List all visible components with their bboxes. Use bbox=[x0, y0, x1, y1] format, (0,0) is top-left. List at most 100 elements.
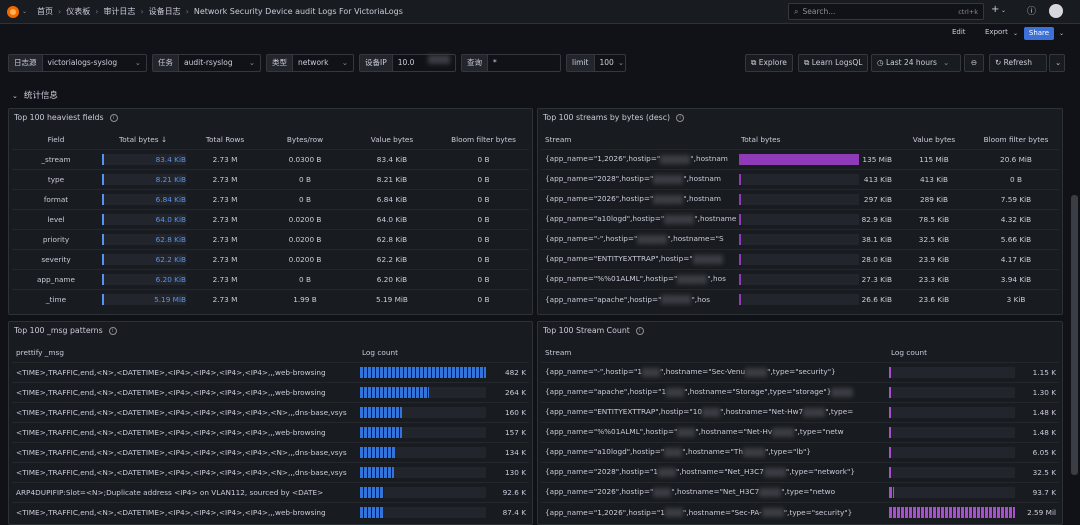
grafana-logo-icon[interactable] bbox=[6, 5, 20, 19]
type-filter[interactable]: 类型 network ⌄ bbox=[266, 54, 354, 72]
row-header-stats[interactable]: ⌄ 统计信息 bbox=[12, 89, 58, 101]
edit-button[interactable]: Edit bbox=[952, 28, 966, 40]
table-row[interactable]: _time 5.19 MiB 2.73 M 1.99 B 5.19 MiB 0 B bbox=[12, 288, 529, 309]
column-header[interactable]: Total Rows bbox=[186, 131, 264, 149]
info-icon[interactable]: i bbox=[108, 327, 117, 335]
table-row[interactable]: <TIME>,TRAFFIC,end,<N>,<DATETIME>,<IP4>,… bbox=[12, 381, 529, 402]
zoom-out-button[interactable]: ⊖ bbox=[964, 54, 984, 72]
refresh-interval-dropdown[interactable]: ⌄ bbox=[1049, 54, 1065, 72]
table-row[interactable]: {app_name="ENTITYEXTTRAP",hostip="10 ",ho… bbox=[541, 401, 1059, 422]
explore-button[interactable]: ⧉ Explore bbox=[745, 54, 793, 72]
search-input[interactable]: ⌕ Search... ctrl+k bbox=[788, 3, 984, 20]
table-row[interactable]: _stream 83.4 KiB 2.73 M 0.0300 B 83.4 KiB 0 B bbox=[12, 148, 529, 169]
column-header[interactable]: Total bytes ↓ bbox=[100, 131, 186, 149]
table-row[interactable]: {app_name="1,2026",hostip="1 ",hostname="… bbox=[541, 501, 1059, 522]
info-icon[interactable]: i bbox=[635, 327, 644, 335]
stream-cell: {app_name="2028",hostip="1 ",hostname="Ne… bbox=[541, 461, 887, 482]
limit-filter-value: 100 bbox=[599, 58, 614, 67]
column-header[interactable]: Total bytes bbox=[737, 131, 895, 149]
bytes-per-row-cell: 0.0200 B bbox=[264, 228, 346, 249]
time-range-picker[interactable]: ◷ Last 24 hours ⌄ bbox=[871, 54, 961, 72]
table-row[interactable]: {app_name="apache",hostip=" ",hos 26.6 KiB… bbox=[541, 288, 1059, 309]
table-row[interactable]: priority 62.8 KiB 2.73 M 0.0200 B 62.8 KiB 0 … bbox=[12, 228, 529, 249]
column-header[interactable]: Value bytes bbox=[346, 131, 438, 149]
total-bytes-value: 5.19 MiB bbox=[154, 294, 186, 304]
datasource-filter[interactable]: 日志源 victorialogs-syslog ⌄ bbox=[8, 54, 147, 72]
info-icon[interactable]: i bbox=[676, 114, 685, 122]
table-row[interactable]: <TIME>,TRAFFIC,end,<N>,<DATETIME>,<IP4>,… bbox=[12, 361, 529, 382]
table-row[interactable]: <TIME>,TRAFFIC,end,<N>,<DATETIME>,<IP4>,… bbox=[12, 461, 529, 482]
column-header[interactable]: Bytes/row bbox=[264, 131, 346, 149]
stream-cell: {app_name="2026",hostip=" ",hostname="Net… bbox=[541, 481, 887, 502]
learn-logsql-button[interactable]: ⧉ Learn LogsQL bbox=[798, 54, 869, 72]
table-row[interactable]: <TIME>,TRAFFIC,end,<N>,<DATETIME>,<IP4>,… bbox=[12, 421, 529, 442]
info-icon[interactable]: i bbox=[109, 114, 118, 122]
column-header[interactable]: Stream bbox=[541, 131, 737, 149]
redacted-value bbox=[702, 407, 721, 417]
page-scrollbar[interactable] bbox=[1071, 195, 1078, 475]
column-header[interactable]: Value bytes bbox=[895, 131, 973, 149]
chevron-down-icon[interactable]: ⌄ bbox=[22, 8, 27, 15]
table-row[interactable]: level 64.0 KiB 2.73 M 0.0200 B 64.0 KiB 0 B bbox=[12, 208, 529, 229]
share-button[interactable]: Share bbox=[1024, 27, 1054, 40]
table-row[interactable]: {app_name="apache",hostip="1 ",hostname="… bbox=[541, 381, 1059, 402]
total-rows-cell: 2.73 M bbox=[186, 168, 264, 189]
table-row[interactable]: {app_name="-",hostip="1 ",hostname="Sec-V… bbox=[541, 361, 1059, 382]
limit-filter[interactable]: limit 100 ⌄ bbox=[566, 54, 626, 72]
query-filter[interactable]: 查询 * bbox=[461, 54, 561, 72]
column-header[interactable]: Stream bbox=[541, 344, 887, 362]
column-header[interactable]: prettify _msg bbox=[12, 344, 358, 362]
chevron-down-icon[interactable]: ⌄ bbox=[1001, 7, 1006, 14]
table-row[interactable]: {app_name="ENTITYEXTTRAP",hostip=" 28.0 K… bbox=[541, 248, 1059, 269]
table-row[interactable]: severity 62.2 KiB 2.73 M 0.0200 B 62.2 KiB 0 … bbox=[12, 248, 529, 269]
log-count-value: 1.30 K bbox=[1032, 387, 1056, 397]
table-row[interactable]: {app_name="a10logd",hostip=" ",hostname="… bbox=[541, 441, 1059, 462]
breadcrumb-home[interactable]: 首页 bbox=[37, 6, 53, 17]
refresh-button[interactable]: ↻ Refresh bbox=[989, 54, 1047, 72]
learn-logsql-label: Learn LogsQL bbox=[811, 58, 863, 67]
avatar[interactable] bbox=[1049, 4, 1063, 18]
table-row[interactable]: {app_name="-",hostip=" ",hostname="S 38.1 … bbox=[541, 228, 1059, 249]
column-header[interactable]: Bloom filter bytes bbox=[438, 131, 529, 149]
job-filter[interactable]: 任务 audit-rsyslog ⌄ bbox=[152, 54, 261, 72]
stream-cell: {app_name="apache",hostip=" ",hos bbox=[541, 288, 737, 309]
table-row[interactable]: <TIME>,TRAFFIC,end,<N>,<DATETIME>,<IP4>,… bbox=[12, 441, 529, 462]
table-row[interactable]: {app_name="2028",hostip=" ",hostnam 413 Ki… bbox=[541, 168, 1059, 189]
table-row[interactable]: format 6.84 KiB 2.73 M0 B 6.84 KiB 0 B bbox=[12, 188, 529, 209]
column-header[interactable]: Bloom filter bytes bbox=[973, 131, 1059, 149]
breadcrumb-device-logs[interactable]: 设备日志 bbox=[149, 6, 181, 17]
column-header[interactable]: Field bbox=[12, 131, 100, 149]
table-row[interactable]: {app_name="a10logd",hostip=" ",hostname="… bbox=[541, 208, 1059, 229]
stream-text: {app_name="2026",hostip=" bbox=[545, 487, 654, 497]
streams-by-bytes-table: Stream Total bytes Value bytes Bloom fil… bbox=[541, 131, 1059, 309]
breadcrumb-audit-logs[interactable]: 审计日志 bbox=[103, 6, 135, 17]
plus-icon[interactable]: + bbox=[991, 4, 999, 15]
table-row[interactable]: app_name 6.20 KiB 2.73 M0 B 6.20 KiB 0 B bbox=[12, 268, 529, 289]
help-icon[interactable]: ⓘ bbox=[1027, 4, 1036, 17]
gauge-bar bbox=[739, 293, 859, 305]
bytes-per-row-cell: 1.99 B bbox=[264, 288, 346, 309]
column-header[interactable]: Log count bbox=[358, 344, 529, 362]
table-row[interactable]: ARP4DUPIFIP:Slot=<N>;Duplicate address <… bbox=[12, 481, 529, 502]
table-row[interactable]: {app_name="2026",hostip=" ",hostname="Net… bbox=[541, 481, 1059, 502]
table-row[interactable]: type 8.21 KiB 2.73 M0 B 8.21 KiB 0 B bbox=[12, 168, 529, 189]
table-row[interactable]: {app_name="%%01ALML",hostip=" ",hos 27.3 K… bbox=[541, 268, 1059, 289]
total-bytes-cell: 26.6 KiB bbox=[737, 288, 895, 309]
log-count-cell: 157 K bbox=[358, 421, 529, 442]
table-row[interactable]: <TIME>,TRAFFIC,end,<N>,<DATETIME>,<IP4>,… bbox=[12, 401, 529, 422]
table-row[interactable]: {app_name="1,2026",hostip=" ",hostnam 135 … bbox=[541, 148, 1059, 169]
value-bytes-cell: 32.5 KiB bbox=[895, 228, 973, 249]
table-row[interactable]: {app_name="2028",hostip="1 ",hostname="Ne… bbox=[541, 461, 1059, 482]
table-row[interactable]: {app_name="2026",hostip=" ",hostnam 297 Ki… bbox=[541, 188, 1059, 209]
gauge-bar bbox=[360, 406, 486, 418]
column-header[interactable]: Log count bbox=[887, 344, 1059, 362]
device-ip-filter[interactable]: 设备IP 10.0 bbox=[359, 54, 456, 72]
table-row[interactable]: {app_name="%%01ALML",hostip=" ",hostname=… bbox=[541, 421, 1059, 442]
chevron-down-icon[interactable]: ⌄ bbox=[1059, 30, 1064, 42]
breadcrumb-dashboards[interactable]: 仪表板 bbox=[66, 6, 90, 17]
log-count-value: 160 K bbox=[504, 407, 526, 417]
export-button[interactable]: Export bbox=[985, 28, 1008, 40]
chevron-down-icon[interactable]: ⌄ bbox=[1013, 30, 1018, 42]
total-bytes-cell: 62.8 KiB bbox=[100, 228, 186, 249]
table-row[interactable]: <TIME>,TRAFFIC,end,<N>,<DATETIME>,<IP4>,… bbox=[12, 501, 529, 522]
